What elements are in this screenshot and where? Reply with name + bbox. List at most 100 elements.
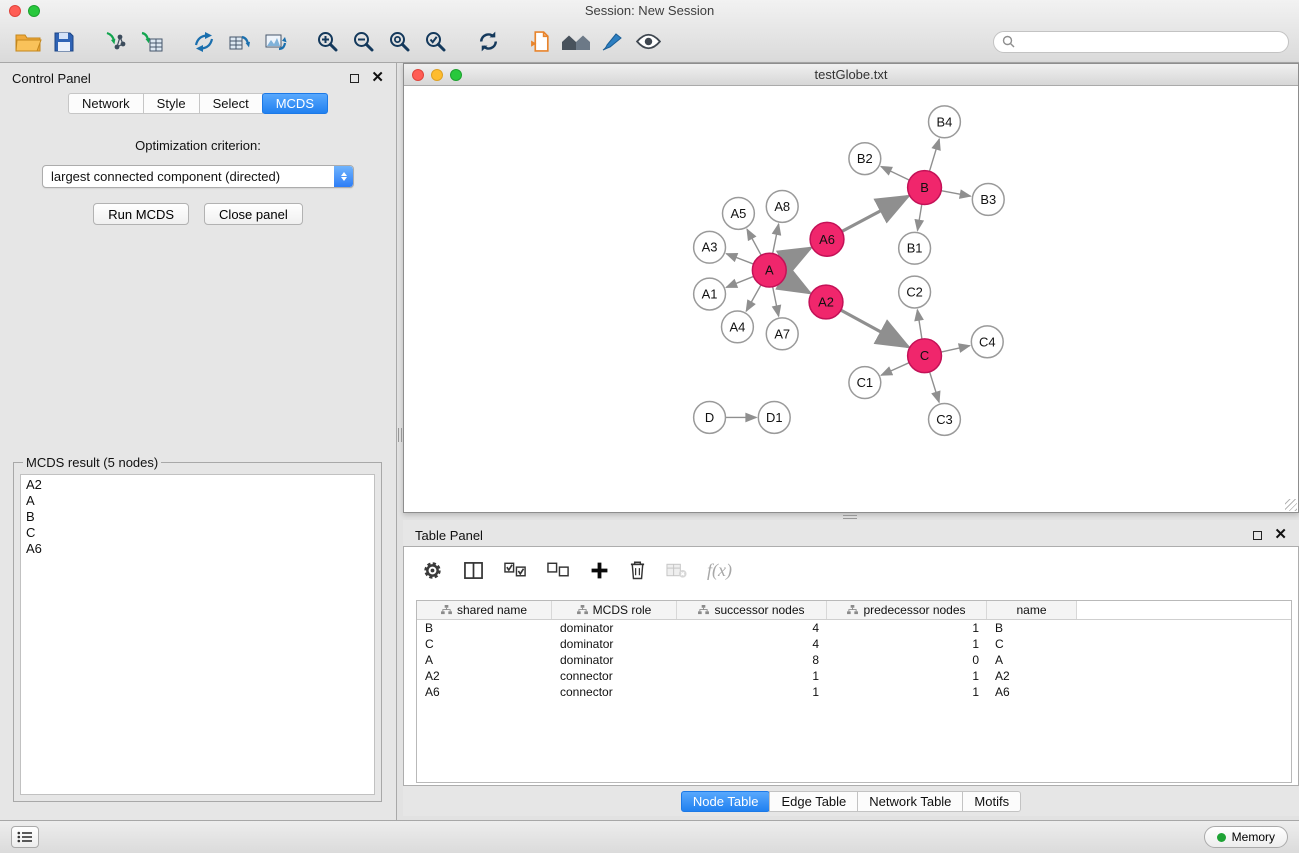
graph-edge-C-C4[interactable]: [941, 346, 970, 352]
tab-motifs[interactable]: Motifs: [962, 791, 1021, 812]
horizontal-splitter-grip[interactable]: [843, 515, 857, 519]
open-session-doc-button[interactable]: [522, 26, 558, 58]
tab-network[interactable]: Network: [68, 93, 144, 114]
select-all-button[interactable]: [504, 562, 527, 578]
table-row[interactable]: Adominator80A: [417, 652, 1291, 668]
table-row[interactable]: A6connector11A6: [417, 684, 1291, 700]
result-item[interactable]: B: [26, 509, 369, 525]
network-zoom-light[interactable]: [450, 69, 462, 81]
graph-node-A2[interactable]: A2: [809, 285, 843, 319]
graph-node-A3[interactable]: A3: [694, 231, 726, 263]
graph-node-A[interactable]: A: [752, 253, 786, 287]
column-header-mcds-role[interactable]: MCDS role: [552, 601, 677, 619]
column-header-shared-name[interactable]: shared name: [417, 601, 552, 619]
memory-button[interactable]: Memory: [1204, 826, 1288, 848]
import-network-button[interactable]: [98, 26, 134, 58]
export-network-button[interactable]: [186, 26, 222, 58]
close-panel-button[interactable]: Close panel: [204, 203, 303, 225]
export-image-button[interactable]: [258, 26, 294, 58]
home-views-button[interactable]: [558, 26, 594, 58]
graph-node-B[interactable]: B: [908, 171, 942, 205]
graph-node-A5[interactable]: A5: [723, 197, 755, 229]
add-row-button[interactable]: [590, 561, 609, 580]
vertical-splitter-grip[interactable]: [398, 428, 402, 442]
show-hide-button[interactable]: [630, 26, 666, 58]
graph-edge-A-A8[interactable]: [773, 224, 779, 254]
graph-edge-B-B1[interactable]: [917, 204, 921, 230]
tab-edge-table[interactable]: Edge Table: [769, 791, 858, 812]
graph-node-C1[interactable]: C1: [849, 367, 881, 399]
network-canvas[interactable]: B4 B2 B B3 A5 A8 A6 B1 A3 A C2 A1 A2 A4 A7 C4 C C1 C3 D D1: [404, 87, 1298, 512]
graph-node-A4[interactable]: A4: [722, 311, 754, 343]
graph-edge-A-A2[interactable]: [784, 278, 809, 292]
close-window-light[interactable]: [9, 5, 21, 17]
tab-network-table[interactable]: Network Table: [857, 791, 963, 812]
close-panel-icon[interactable]: ✕: [371, 73, 384, 83]
save-session-button[interactable]: [46, 26, 82, 58]
result-item[interactable]: A6: [26, 541, 369, 557]
graph-edge-A-A4[interactable]: [746, 285, 761, 311]
table-row[interactable]: Cdominator41C: [417, 636, 1291, 652]
graph-edge-A-A5[interactable]: [747, 229, 761, 255]
tab-select[interactable]: Select: [199, 93, 263, 114]
graph-node-D[interactable]: D: [694, 402, 726, 434]
graph-node-B1[interactable]: B1: [899, 232, 931, 264]
tab-node-table[interactable]: Node Table: [681, 791, 771, 812]
graph-edge-A-A7[interactable]: [773, 287, 779, 317]
float-table-panel-icon[interactable]: [1253, 531, 1262, 540]
graph-edge-B-B4[interactable]: [929, 139, 939, 171]
table-settings-button[interactable]: [422, 560, 443, 581]
graph-node-C[interactable]: C: [908, 339, 942, 373]
network-close-light[interactable]: [412, 69, 424, 81]
open-file-button[interactable]: [10, 26, 46, 58]
graph-node-B4[interactable]: B4: [929, 106, 961, 138]
zoom-window-light[interactable]: [28, 5, 40, 17]
paint-style-button[interactable]: [594, 26, 630, 58]
graph-edge-C-C3[interactable]: [930, 372, 940, 402]
graph-node-A8[interactable]: A8: [766, 191, 798, 223]
deselect-all-button[interactable]: [547, 562, 570, 578]
tab-style[interactable]: Style: [143, 93, 200, 114]
graph-edge-C-C1[interactable]: [881, 363, 909, 376]
graph-node-C3[interactable]: C3: [929, 404, 961, 436]
result-item[interactable]: A2: [26, 477, 369, 493]
zoom-selected-button[interactable]: [418, 26, 454, 58]
export-table-button[interactable]: [222, 26, 258, 58]
graph-node-D1[interactable]: D1: [758, 402, 790, 434]
graph-edge-A2-C[interactable]: [841, 310, 908, 347]
tab-mcds[interactable]: MCDS: [262, 93, 328, 114]
column-header-successor-nodes[interactable]: successor nodes: [677, 601, 827, 619]
graph-node-B3[interactable]: B3: [972, 184, 1004, 216]
result-item[interactable]: C: [26, 525, 369, 541]
graph-node-A1[interactable]: A1: [694, 278, 726, 310]
zoom-fit-button[interactable]: [382, 26, 418, 58]
delete-row-button[interactable]: [629, 560, 646, 580]
task-history-button[interactable]: [11, 826, 39, 848]
graph-edge-C-C2[interactable]: [917, 310, 922, 339]
graph-edge-A-A6[interactable]: [784, 248, 810, 262]
search-input[interactable]: [1020, 34, 1280, 49]
network-minimize-light[interactable]: [431, 69, 443, 81]
graph-edge-B-B2[interactable]: [881, 166, 909, 180]
result-item[interactable]: A: [26, 493, 369, 509]
column-header-predecessor-nodes[interactable]: predecessor nodes: [827, 601, 987, 619]
zoom-in-button[interactable]: [310, 26, 346, 58]
graph-node-A7[interactable]: A7: [766, 318, 798, 350]
run-mcds-button[interactable]: Run MCDS: [93, 203, 189, 225]
window-resize-grip[interactable]: [1285, 499, 1297, 511]
import-table-button[interactable]: [134, 26, 170, 58]
graph-node-C4[interactable]: C4: [971, 326, 1003, 358]
graph-edge-A-A1[interactable]: [726, 276, 753, 287]
graph-edge-B-B3[interactable]: [941, 191, 970, 197]
column-manager-button[interactable]: [463, 561, 484, 580]
graph-node-B2[interactable]: B2: [849, 143, 881, 175]
table-row[interactable]: A2connector11A2: [417, 668, 1291, 684]
close-table-panel-icon[interactable]: ✕: [1274, 530, 1287, 540]
float-panel-icon[interactable]: [350, 74, 359, 83]
zoom-out-button[interactable]: [346, 26, 382, 58]
graph-node-C2[interactable]: C2: [899, 276, 931, 308]
column-header-name[interactable]: name: [987, 601, 1077, 619]
graph-node-A6[interactable]: A6: [810, 222, 844, 256]
graph-edge-A6-B[interactable]: [842, 196, 908, 231]
refresh-layout-button[interactable]: [470, 26, 506, 58]
